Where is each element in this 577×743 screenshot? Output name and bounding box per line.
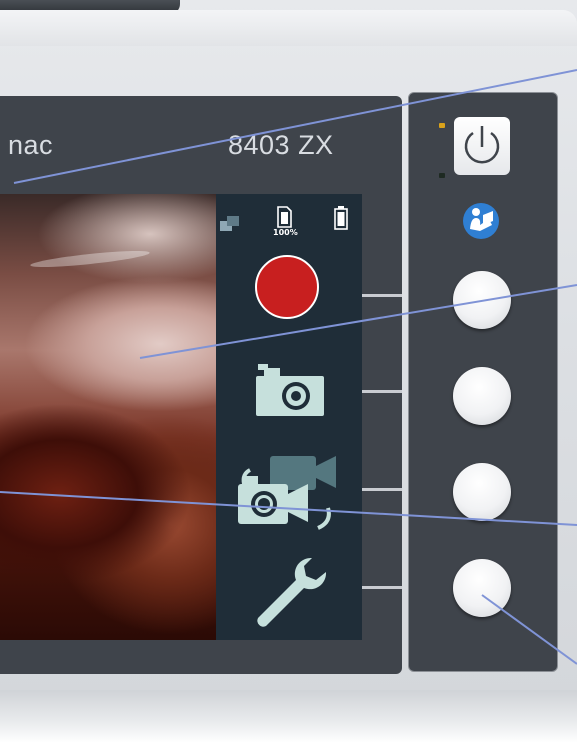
camera-icon[interactable] (254, 362, 326, 418)
soft-button-switch-camera[interactable] (453, 463, 511, 521)
control-panel (408, 92, 558, 672)
guide-line (362, 390, 402, 393)
model-label: 8403 ZX (228, 130, 334, 160)
top-rim (0, 10, 577, 46)
status-led-charging (439, 123, 445, 128)
screen-menu-sidebar: 100% (216, 194, 362, 640)
sd-card-icon (277, 206, 292, 228)
guide-line (362, 586, 402, 589)
power-icon (464, 126, 500, 164)
camera-switch-icon[interactable] (236, 452, 346, 536)
power-button[interactable] (454, 117, 510, 175)
user-manual-icon (463, 203, 499, 239)
camera-live-view (0, 194, 216, 640)
bottom-rim (0, 690, 577, 743)
battery-icon (334, 206, 348, 230)
soft-button-settings[interactable] (453, 559, 511, 617)
guide-line (362, 488, 402, 491)
status-led-power (439, 173, 445, 178)
record-icon[interactable] (254, 254, 320, 320)
camera-swap-icon (220, 216, 239, 231)
guide-line (362, 294, 402, 297)
soft-button-photo[interactable] (453, 367, 511, 425)
menu-button-guides (362, 194, 402, 640)
tissue-highlight (29, 247, 151, 271)
soft-button-record[interactable] (453, 271, 511, 329)
device-housing: nac 8403 ZX 100% (0, 0, 577, 743)
status-bar: 100% (216, 202, 362, 242)
wrench-icon[interactable] (248, 554, 328, 634)
sd-card-percent: 100% (273, 228, 298, 237)
lcd-screen: 100% (0, 194, 362, 640)
brand-label: nac (8, 130, 54, 160)
